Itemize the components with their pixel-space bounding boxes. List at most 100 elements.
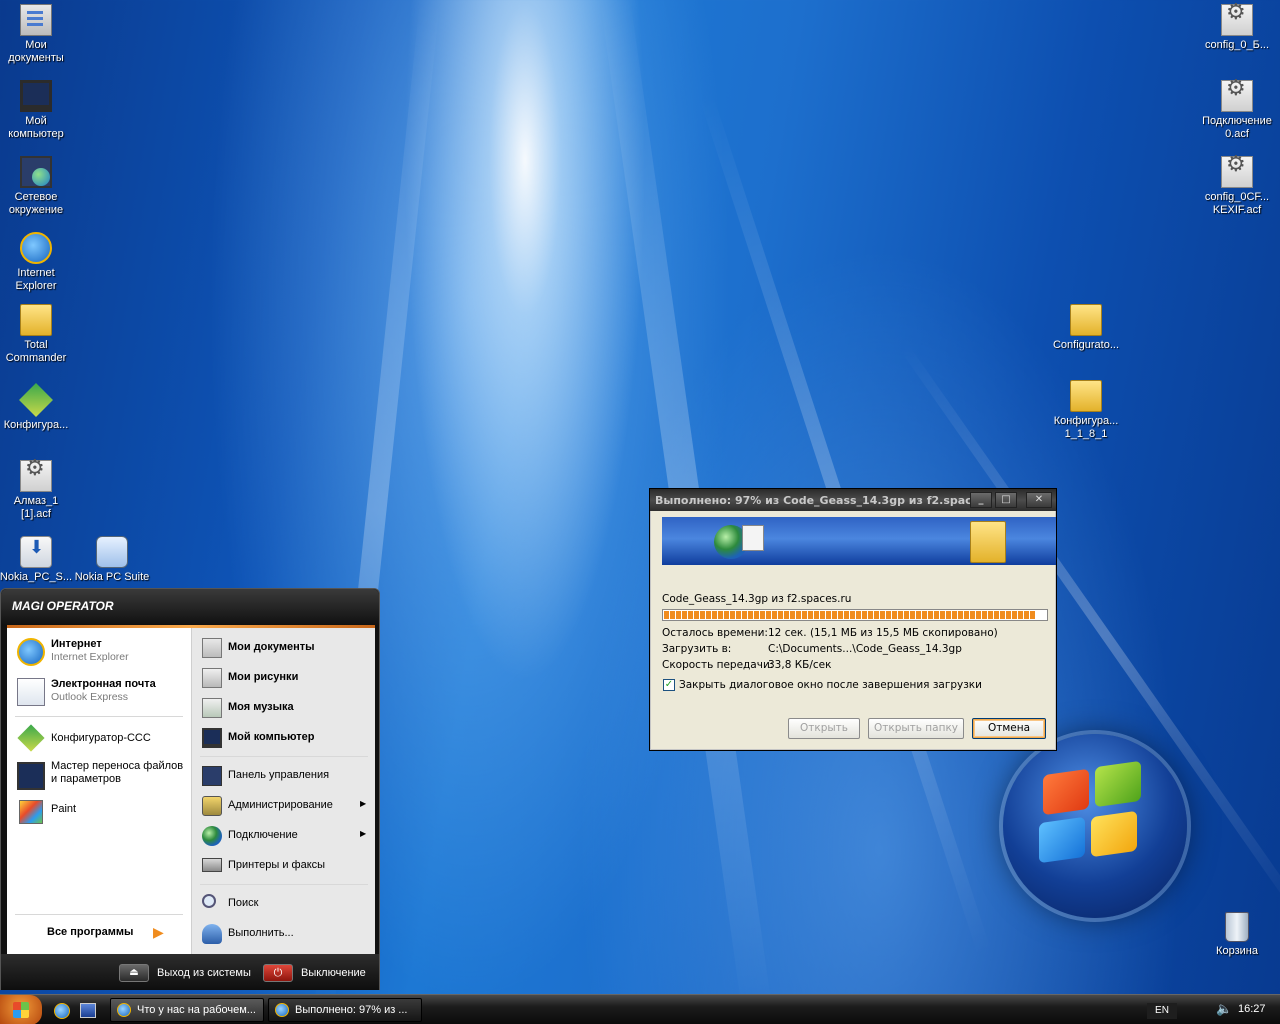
right-administration[interactable]: Администрирование ▶: [198, 794, 370, 818]
taskbar-button-download[interactable]: Выполнено: 97% из ...: [268, 998, 422, 1022]
start-menu-separator: [15, 914, 183, 915]
desktop-icon-config-0cf[interactable]: config_0CF... KEXIF.acf: [1199, 156, 1275, 217]
right-run[interactable]: Выполнить...: [198, 922, 370, 946]
desktop-icon-label: Configurato...: [1052, 339, 1120, 351]
desktop-icon-network[interactable]: Сетевое окружение: [0, 156, 74, 217]
desktop-icon-konfigura-folder[interactable]: Конфигура... 1_1_8_1: [1048, 380, 1124, 441]
desktop-icon-label: Конфигура...: [3, 419, 69, 431]
configurator-icon: [17, 724, 45, 752]
internet-explorer-icon: [20, 232, 52, 264]
language-indicator[interactable]: EN: [1147, 1003, 1177, 1019]
system-tray: EN 🔈 16:27: [1147, 995, 1280, 1024]
desktop-icon-nokia-installer[interactable]: Nokia_PC_S...: [0, 536, 74, 584]
right-control-panel-label: Панель управления: [228, 769, 330, 781]
internet-explorer-icon: [275, 1003, 289, 1017]
pinned-email-title: Электронная почта: [51, 678, 156, 690]
start-menu: MAGI OPERATOR Интернет Internet Explorer…: [0, 588, 380, 990]
right-connection[interactable]: Подключение ▶: [198, 824, 370, 848]
start-menu-separator: [200, 884, 368, 885]
right-my-computer[interactable]: Мой компьютер: [198, 726, 370, 750]
my-computer-icon: [20, 80, 52, 112]
right-control-panel[interactable]: Панель управления: [198, 764, 370, 788]
logoff-icon[interactable]: ⏏: [119, 964, 149, 982]
recent-transfer-wizard[interactable]: Мастер переноса файлов и параметров: [13, 758, 185, 792]
desktop-icon-my-documents[interactable]: Мои документы: [0, 4, 74, 65]
start-button[interactable]: [0, 995, 42, 1024]
maximize-button[interactable]: □: [995, 492, 1017, 508]
taskbar-button-ie-window[interactable]: Что у нас на рабочем...: [110, 998, 264, 1022]
right-my-music-label: Моя музыка: [228, 701, 294, 713]
taskbar-button-label: Выполнено: 97% из ...: [295, 1004, 408, 1016]
recycle-bin-icon: [1225, 912, 1249, 942]
all-programs-label: Все программы: [47, 926, 134, 938]
right-my-pictures[interactable]: Мои рисунки: [198, 666, 370, 690]
volume-icon[interactable]: 🔈: [1216, 1001, 1232, 1017]
close-when-done-checkbox[interactable]: ✓: [663, 679, 675, 691]
cancel-button[interactable]: Отмена: [972, 718, 1046, 739]
desktop-icon-label: Алмаз_1 [1].acf: [13, 495, 59, 520]
desktop-icon-total-commander[interactable]: Total Commander: [0, 304, 74, 365]
start-menu-right-pane: Мои документы Мои рисунки Моя музыка Мой…: [191, 628, 375, 954]
logoff-label[interactable]: Выход из системы: [157, 967, 251, 979]
recent-transfer-title2: и параметров: [51, 773, 121, 785]
administration-icon: [202, 796, 222, 816]
shutdown-icon[interactable]: ⏻: [263, 964, 293, 982]
quicklaunch-ie-icon[interactable]: [54, 1003, 70, 1019]
folder-icon: [1070, 380, 1102, 412]
desktop-icon-podklyuchenie[interactable]: Подключение 0.acf: [1199, 80, 1275, 141]
right-my-music[interactable]: Моя музыка: [198, 696, 370, 720]
shutdown-label[interactable]: Выключение: [301, 967, 366, 979]
logo-flag-yellow: [1091, 810, 1137, 858]
submenu-arrow-icon: ▶: [360, 829, 367, 838]
dialog-title-bar[interactable]: Выполнено: 97% из Code_Geass_14.3gp из f…: [650, 489, 1056, 511]
right-connection-label: Подключение: [228, 829, 298, 841]
desktop-icon-configurato-folder[interactable]: Configurato...: [1048, 304, 1124, 352]
config-file-icon: [1221, 156, 1253, 188]
desktop-icon-configurator[interactable]: Конфигура...: [0, 383, 74, 432]
open-button[interactable]: Открыть: [788, 718, 860, 739]
right-printers[interactable]: Принтеры и факсы: [198, 854, 370, 878]
clock: 16:27: [1238, 1003, 1266, 1015]
logo-flag-blue: [1039, 816, 1085, 864]
right-search[interactable]: Поиск: [198, 892, 370, 916]
right-printers-label: Принтеры и факсы: [228, 859, 326, 871]
dialog-title: Выполнено: 97% из Code_Geass_14.3gp из f…: [655, 494, 985, 507]
logo-flag-red: [1043, 768, 1089, 816]
time-left-label: Осталось времени:: [662, 627, 768, 639]
desktop-icon-label: Сетевое окружение: [8, 191, 64, 216]
quicklaunch-show-desktop-icon[interactable]: [80, 1003, 96, 1018]
desktop-icon-label: Nokia_PC_S...: [0, 571, 73, 583]
windows-logo-orb: [1003, 734, 1187, 918]
right-my-documents[interactable]: Мои документы: [198, 636, 370, 660]
right-search-label: Поиск: [228, 897, 259, 909]
paint-icon: [19, 800, 43, 824]
pinned-email[interactable]: Электронная почта Outlook Express: [13, 676, 185, 708]
my-pictures-icon: [202, 668, 222, 688]
open-folder-button[interactable]: Открыть папку: [868, 718, 964, 739]
taskbar: Что у нас на рабочем... Выполнено: 97% и…: [0, 994, 1280, 1024]
windows-flag-icon: [13, 1002, 29, 1018]
minimize-button[interactable]: _: [970, 492, 992, 508]
desktop-icon-my-computer[interactable]: Мой компьютер: [0, 80, 74, 141]
recent-paint-title: Paint: [51, 803, 77, 815]
desktop-icon-label: Корзина: [1216, 945, 1258, 957]
pinned-internet-sub: Internet Explorer: [51, 651, 129, 663]
right-run-label: Выполнить...: [228, 927, 294, 939]
desktop-icon-label: Internet Explorer: [15, 267, 57, 292]
desktop-icon-nokia-pc-suite[interactable]: Nokia PC Suite: [74, 536, 150, 584]
desktop-icon-label: Мой компьютер: [8, 115, 64, 140]
all-programs-button[interactable]: Все программы ▶: [47, 924, 177, 948]
desktop-icon-config-0-b[interactable]: config_0_Б...: [1199, 4, 1275, 52]
desktop-icon-almaz[interactable]: Алмаз_1 [1].acf: [0, 460, 74, 521]
recent-configurator-title: Конфигуратор-CCC: [51, 732, 151, 744]
close-when-done-label[interactable]: Закрыть диалоговое окно после завершения…: [679, 679, 982, 691]
recent-configurator[interactable]: Конфигуратор-CCC: [13, 724, 185, 754]
pinned-internet[interactable]: Интернет Internet Explorer: [13, 636, 185, 668]
config-file-icon: [1221, 4, 1253, 36]
desktop-icon-recycle-bin[interactable]: Корзина: [1199, 912, 1275, 958]
download-progress-fill: [664, 611, 1035, 619]
recent-paint[interactable]: Paint: [13, 798, 185, 828]
close-button[interactable]: ✕: [1026, 492, 1052, 508]
desktop-icon-label: Мои документы: [8, 39, 64, 64]
desktop-icon-ie[interactable]: Internet Explorer: [0, 232, 74, 293]
